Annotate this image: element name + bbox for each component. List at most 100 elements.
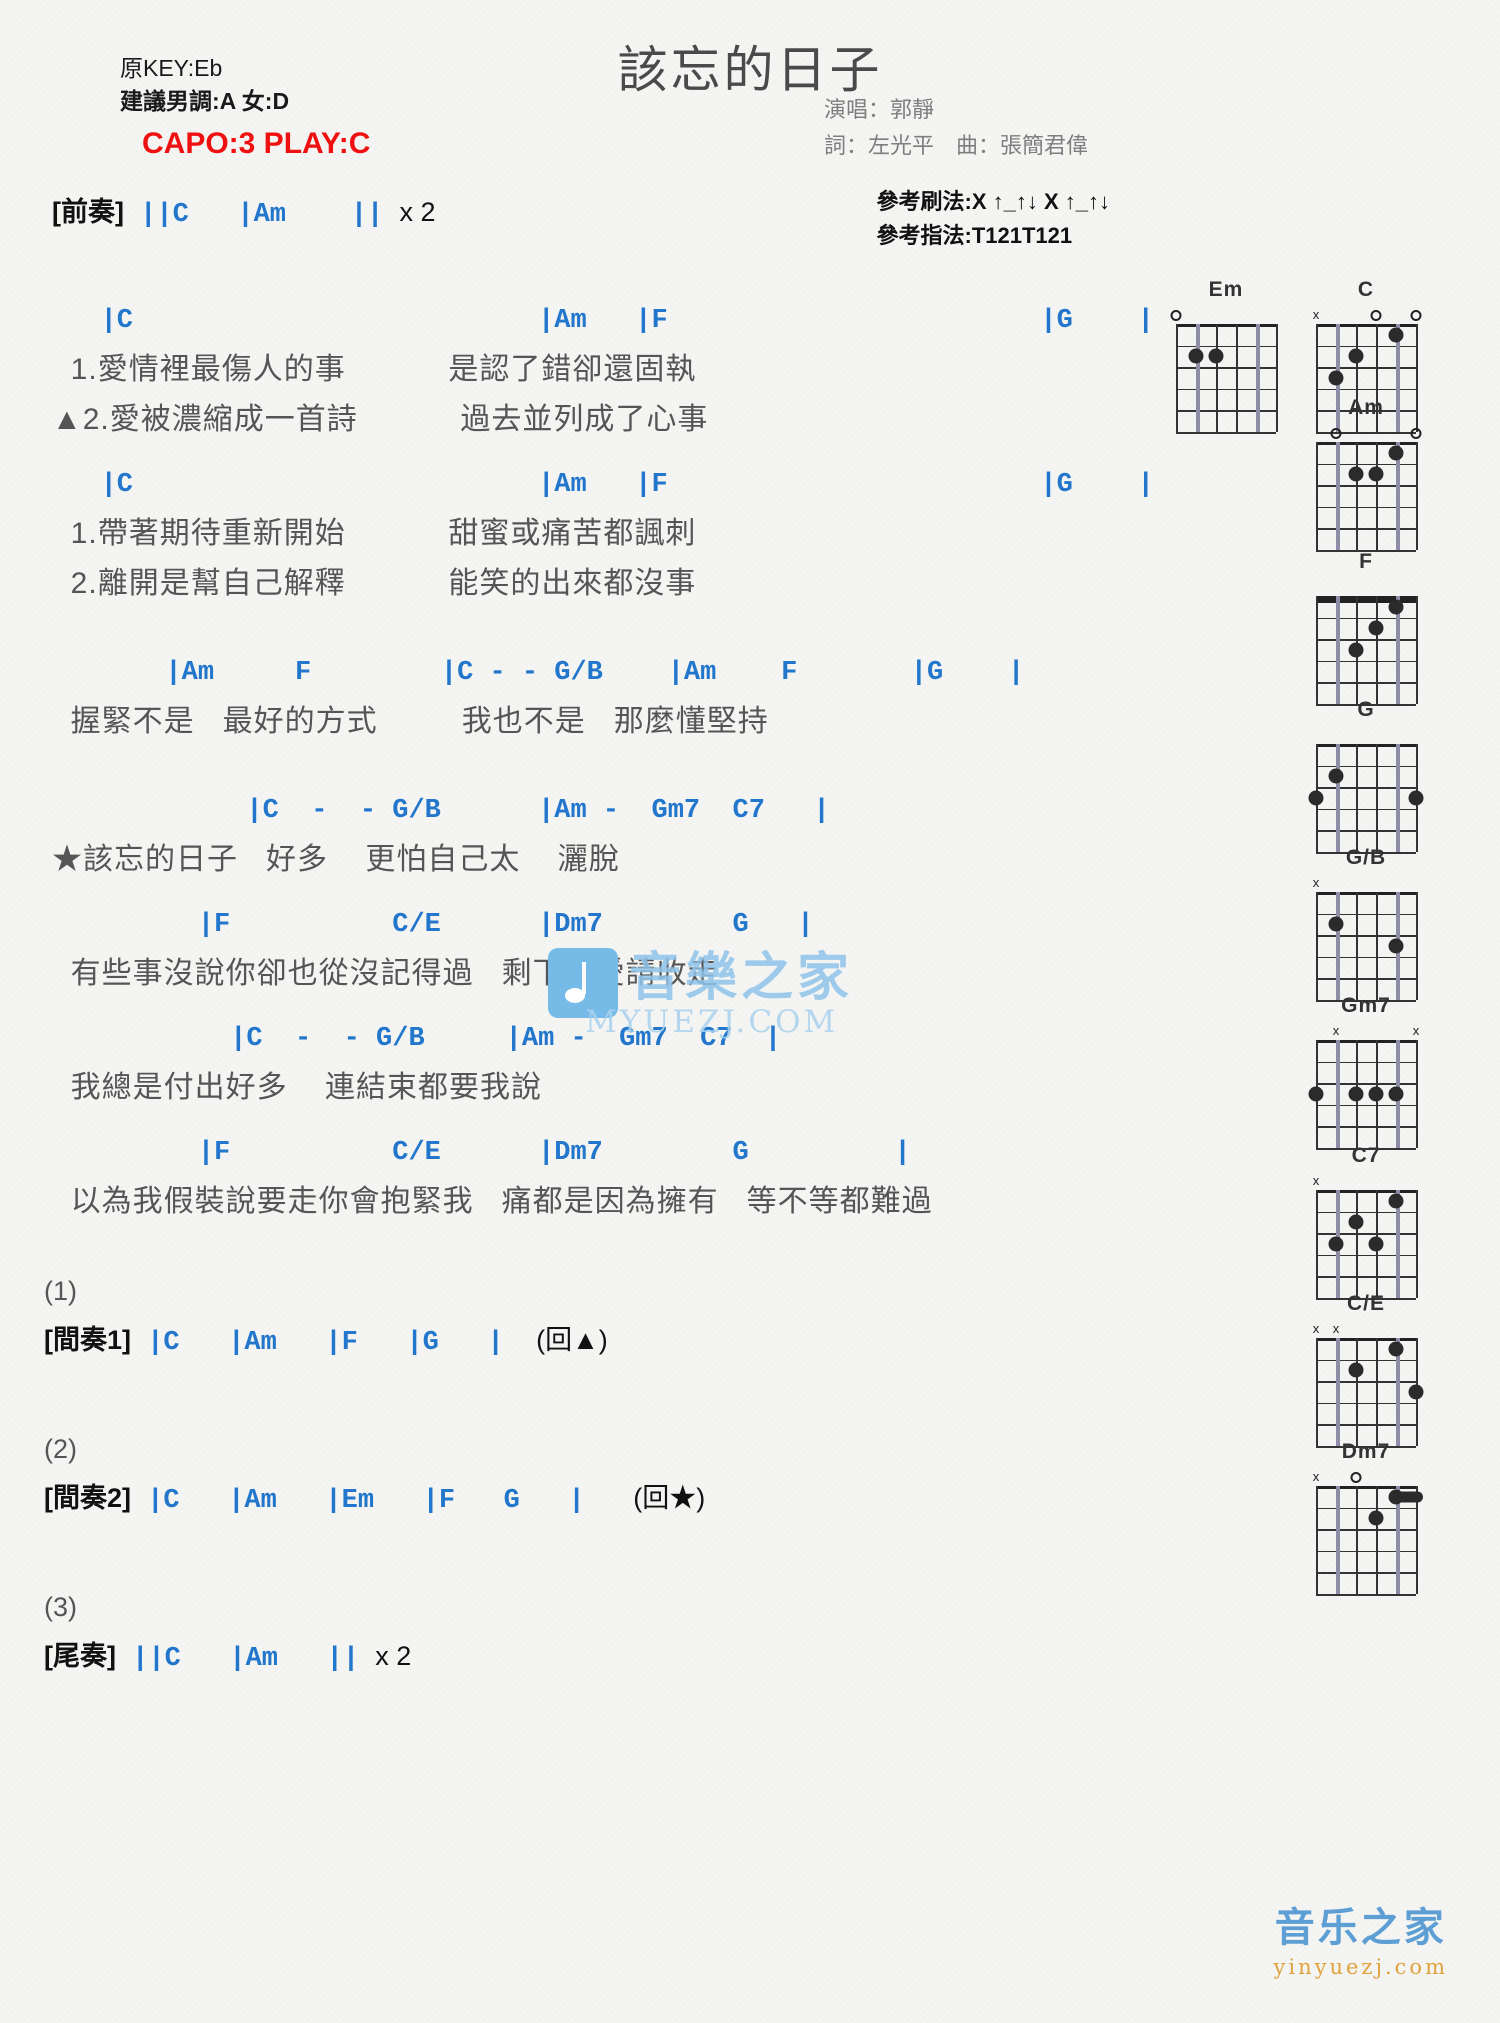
chord-diagram-name: G/B: [1345, 846, 1387, 869]
fret-line: [1316, 1381, 1416, 1383]
section-repeat: x 2: [399, 197, 436, 227]
muted-string-icon: x: [1332, 1023, 1340, 1038]
section-return: (回▲): [536, 1325, 608, 1355]
string-line: [1416, 1040, 1418, 1148]
finger-dot: [1368, 1510, 1384, 1526]
section-label: [尾奏]: [44, 1641, 116, 1671]
chord-diagram-grid: [1316, 442, 1418, 552]
string-line: [1376, 744, 1378, 852]
fret-line: [1316, 978, 1416, 980]
muted-string-icon: x: [1312, 307, 1320, 322]
chord-diagram-name: Dm7: [1341, 1440, 1391, 1463]
fret-line: [1316, 345, 1416, 348]
fret-line: [1316, 1529, 1416, 1531]
chord-diagram-C-E: C/E x x: [1310, 1292, 1424, 1448]
finger-dot: [1328, 768, 1344, 784]
chord-diagram-grid: [1316, 1338, 1424, 1448]
chord-diagram-name: G: [1357, 698, 1375, 721]
watermark-note-icon: [548, 948, 618, 1018]
string-line: [1376, 442, 1378, 550]
section-label: [間奏1]: [44, 1325, 131, 1355]
string-line: [1316, 442, 1318, 550]
lyric-line-verse-1b-1: 1.帶著期待重新開始 甜蜜或痛苦都諷刺: [52, 517, 697, 550]
chord-diagram-marks: x: [1312, 307, 1422, 324]
nut: [1316, 892, 1416, 895]
finger-dot: [1388, 1341, 1404, 1357]
string-line: [1276, 324, 1278, 432]
open-string-icon: [1410, 310, 1422, 321]
string-line: [1376, 596, 1378, 704]
chord-diagram-grid: [1316, 1190, 1418, 1300]
muted-string-icon: x: [1412, 1023, 1420, 1038]
nut: [1316, 1486, 1416, 1489]
string-line: [1336, 1486, 1340, 1594]
string-line: [1316, 1338, 1318, 1446]
open-string-icon: [1350, 1472, 1362, 1483]
finger-dot: [1348, 1086, 1364, 1102]
fret-line: [1316, 1550, 1416, 1553]
chord-diagram-grid: [1316, 892, 1418, 1002]
string-line: [1176, 324, 1178, 432]
finger-dot: [1348, 348, 1364, 364]
lyric-line-chorus-line3-1: 我總是付出好多 連結束都要我說: [52, 1071, 543, 1104]
chord-diagram-name: Gm7: [1341, 994, 1391, 1017]
chord-diagram-grid: [1316, 596, 1418, 706]
fret-line: [1176, 388, 1276, 391]
fret-line: [1316, 1359, 1416, 1362]
credits-block: 演唱：郭靜 詞：左光平 曲：張簡君偉: [824, 92, 1088, 163]
chord-diagram-marks: [1316, 426, 1422, 442]
chord-diagram-grid: [1308, 1040, 1418, 1150]
finger-dot: [1388, 938, 1404, 954]
finger-dot: [1308, 790, 1324, 806]
string-line: [1216, 324, 1218, 432]
finger-dot: [1188, 348, 1204, 364]
open-string-icon: [1370, 310, 1382, 321]
chord-diagram-F: F: [1310, 550, 1422, 706]
nut: [1316, 324, 1416, 327]
fret-line: [1176, 410, 1276, 412]
finger-dot: [1368, 466, 1384, 482]
finger-dot: [1388, 327, 1404, 343]
chord-diagram-marks: [1170, 308, 1276, 324]
section-label: [間奏2]: [44, 1483, 131, 1513]
finger-dot: [1368, 1086, 1384, 1102]
finger-dot: [1328, 370, 1344, 386]
string-line: [1376, 892, 1378, 1000]
string-line: [1416, 1190, 1418, 1298]
chord-line-verse-1a: |C |Am |F |G |: [52, 306, 1154, 336]
finger-dot: [1408, 790, 1424, 806]
chord-diagram-Em: Em: [1170, 278, 1282, 434]
fret-line: [1316, 528, 1416, 530]
string-line: [1376, 1338, 1378, 1446]
muted-string-icon: x: [1332, 1321, 1340, 1336]
marker-interlude-2: (2): [44, 1434, 77, 1464]
fret-line: [1316, 1402, 1416, 1405]
watermark-bottom: 音乐之家 yinyuezj.com: [1274, 1895, 1449, 1979]
fret-line: [1316, 935, 1416, 937]
chord-diagram-Am: Am: [1310, 396, 1422, 552]
string-line: [1336, 596, 1340, 704]
lyric-line-verse-1a-2: ▲2.愛被濃縮成一首詩 過去並列成了心事: [52, 403, 709, 436]
chord-diagram-grid: [1308, 744, 1424, 854]
finger-dot: [1348, 1214, 1364, 1230]
marker-interlude-1: (1): [44, 1276, 77, 1306]
lyric-line-chorus-line2-1: 有些事沒說你卻也從沒記得過 剩下的愛請收走: [52, 957, 719, 990]
string-line: [1356, 1338, 1358, 1446]
fret-line: [1316, 808, 1416, 811]
fret-line: [1316, 913, 1416, 916]
section-label: [前奏]: [52, 197, 124, 227]
string-line: [1416, 892, 1418, 1000]
chord-diagram-marks: x: [1313, 876, 1416, 892]
finger-dot: [1368, 1236, 1384, 1252]
section-chords: ||C |Am ||: [115, 1644, 376, 1674]
section-intro: [前奏] ||C |Am || x 2: [0, 190, 1330, 236]
fret-line: [1176, 367, 1276, 369]
chord-diagram-C7: C7 x: [1310, 1144, 1422, 1300]
lyric-line-prechorus-1: 握緊不是 最好的方式 我也不是 那麼懂堅持: [52, 705, 769, 738]
